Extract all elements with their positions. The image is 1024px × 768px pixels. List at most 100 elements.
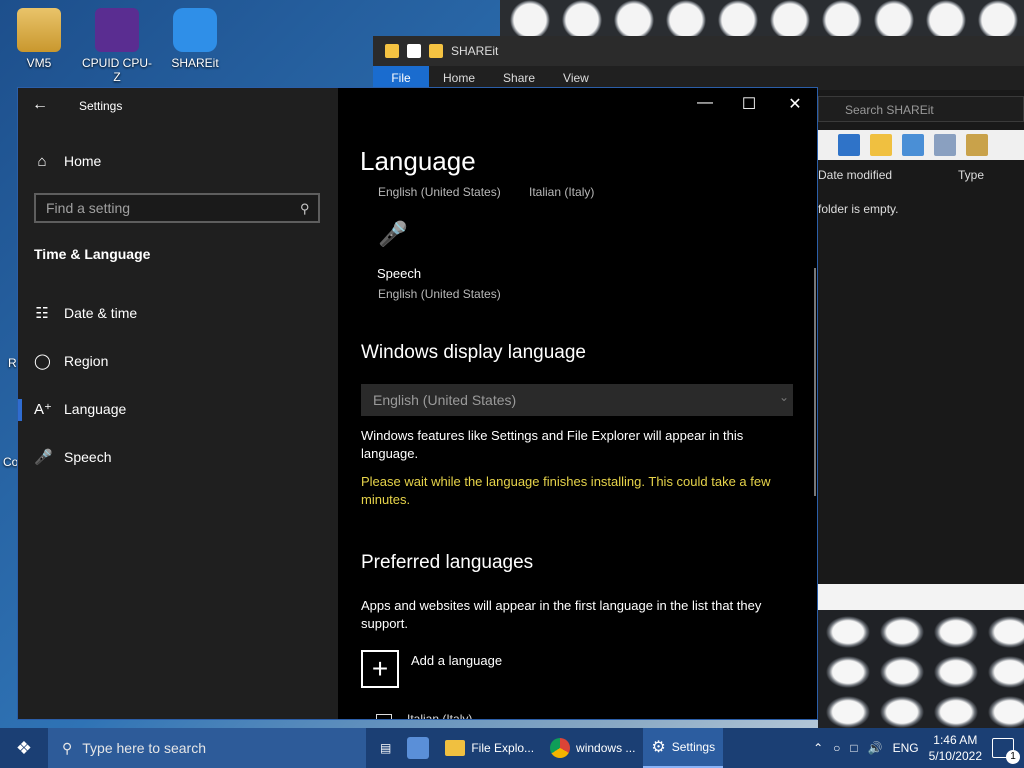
display-language-description: Windows features like Settings and File … (361, 428, 744, 461)
taskbar-search-placeholder: Type here to search (82, 740, 207, 756)
windows-start-icon[interactable]: ❖ (0, 728, 48, 768)
nav-region[interactable]: ◯ Region (34, 349, 108, 373)
desktop-icon-label: SHAREit (171, 56, 219, 70)
maximize-button[interactable]: ☐ (734, 94, 764, 116)
explorer-titlebar: SHAREit (373, 36, 1024, 66)
chevron-down-icon: ⌄ (778, 390, 789, 404)
copy-icon[interactable] (934, 134, 956, 156)
explorer-ribbon (818, 130, 1024, 160)
column-type[interactable]: Type (958, 168, 984, 182)
taskbar-settings[interactable]: ⚙ Settings (643, 728, 724, 768)
explorer-empty-text: folder is empty. (818, 202, 899, 216)
preferred-languages-description: Apps and websites will appear in the fir… (361, 598, 762, 631)
shareit-icon (173, 8, 217, 52)
preferred-languages-heading: Preferred languages (361, 552, 534, 573)
nav-label: Language (64, 401, 127, 417)
clock-time: 1:46 AM (933, 733, 978, 747)
system-tray: ⌃ ○ □ 🔊 ENG 1:46 AM 5/10/2022 1 (813, 728, 1024, 768)
add-language-button[interactable]: + (361, 650, 399, 688)
microphone-icon[interactable]: 🎤 (378, 220, 408, 254)
app-icon (407, 737, 430, 759)
nav-date-time[interactable]: ☷ Date & time (34, 301, 137, 325)
page-title: Language (360, 146, 476, 176)
desktop-icon-vm5[interactable]: VM5 (4, 8, 74, 70)
desktop-icon-label: VM5 (26, 56, 52, 70)
nav-speech[interactable]: 🎤 Speech (34, 445, 111, 469)
taskbar-app-label: windows ... (576, 741, 636, 755)
scrollbar[interactable] (814, 268, 816, 496)
explorer-title: SHAREit (451, 44, 499, 58)
cut-icon[interactable] (902, 134, 924, 156)
chevron-up-icon[interactable]: ⌃ (813, 741, 823, 755)
install-wait-message: Please wait while the language finishes … (361, 474, 771, 507)
paste-icon[interactable] (966, 134, 988, 156)
wallpaper-bottom (818, 610, 1024, 728)
nav-language[interactable]: A⁺ Language (34, 397, 126, 421)
calendar-clock-icon: ☷ (35, 305, 49, 322)
speech-language: English (United States) (378, 287, 501, 301)
display-language-dropdown[interactable]: English (United States) ⌄ (361, 384, 793, 416)
nav-label: Date & time (64, 305, 138, 321)
quick-lang-apps[interactable]: Italian (Italy) (529, 185, 594, 199)
microphone-icon: 🎤 (34, 449, 53, 466)
layout-icon[interactable] (838, 134, 860, 156)
gear-icon: ⚙ (651, 739, 666, 756)
folder-icon (385, 44, 399, 58)
language-pack-icon (376, 714, 392, 719)
settings-window: ← Settings ⌂ Home Find a setting ⚲ Time … (17, 87, 818, 720)
pinned-app-icon[interactable] (399, 728, 437, 768)
taskbar-search-box[interactable]: ⚲ Type here to search (48, 728, 366, 768)
search-icon: ⚲ (300, 201, 310, 216)
find-setting-input[interactable]: Find a setting ⚲ (34, 193, 320, 223)
taskbar-file-explorer[interactable]: File Explo... (437, 728, 542, 768)
column-date-modified[interactable]: Date modified (818, 168, 892, 182)
new-item-icon[interactable] (870, 134, 892, 156)
desktop-label-fragment: R (8, 356, 17, 370)
app-title: Settings (79, 99, 123, 113)
nav-home-label: Home (64, 153, 102, 169)
close-button[interactable]: ✕ (780, 94, 810, 116)
minimize-button[interactable]: — (690, 94, 720, 116)
speech-label[interactable]: Speech (377, 266, 421, 281)
folder-icon (445, 740, 466, 756)
notification-icon[interactable]: 1 (992, 738, 1020, 764)
taskbar-app-label: Settings (671, 740, 716, 754)
folder-icon (17, 8, 61, 52)
network-disconnected-icon[interactable]: ○ (833, 741, 840, 755)
home-icon: ⌂ (37, 152, 47, 170)
nav-label: Region (64, 353, 109, 369)
taskbar-chrome[interactable]: windows ... (542, 728, 643, 768)
task-view-icon[interactable]: ▤ (372, 728, 399, 768)
settings-content: — ☐ ✕ Language English (United States) I… (338, 88, 817, 719)
nav-label: Speech (64, 449, 112, 465)
clock[interactable]: 1:46 AM 5/10/2022 (929, 732, 982, 764)
desktop-icon-shareit[interactable]: SHAREit (160, 8, 230, 70)
settings-sidebar: ← Settings ⌂ Home Find a setting ⚲ Time … (18, 88, 338, 719)
back-arrow-icon[interactable]: ← (32, 96, 48, 114)
clock-date: 5/10/2022 (928, 749, 982, 763)
search-icon: ⚲ (62, 739, 73, 756)
language-icon: A⁺ (34, 401, 52, 418)
selection-indicator (18, 399, 22, 421)
desktop-icon-cpuz[interactable]: CPUID CPU-Z (82, 8, 152, 84)
section-title: Time & Language (34, 246, 151, 262)
add-language-label[interactable]: Add a language (411, 653, 502, 668)
taskbar-app-label: File Explo... (471, 741, 535, 755)
network-icon[interactable]: □ (850, 741, 857, 755)
display-language-heading: Windows display language (361, 342, 586, 363)
explorer-search-input[interactable]: Search SHAREit (818, 96, 1024, 122)
globe-icon: ◯ (34, 353, 51, 370)
cpuz-icon (95, 8, 139, 52)
new-folder-icon (429, 44, 443, 58)
taskbar: ❖ ⚲ Type here to search ▤ File Explo... … (0, 728, 1024, 768)
dropdown-value: English (United States) (373, 392, 517, 408)
nav-home[interactable]: ⌂ Home (34, 149, 101, 173)
find-setting-placeholder: Find a setting (46, 200, 131, 216)
input-language[interactable]: ENG (893, 741, 919, 755)
volume-icon[interactable]: 🔊 (868, 741, 883, 755)
properties-icon (407, 44, 421, 58)
chrome-icon (550, 738, 571, 758)
quick-lang-windows[interactable]: English (United States) (378, 185, 501, 199)
explorer-column-headers: Date modified Type (818, 162, 1024, 186)
preferred-language-item[interactable]: Italian (Italy) (407, 712, 472, 719)
